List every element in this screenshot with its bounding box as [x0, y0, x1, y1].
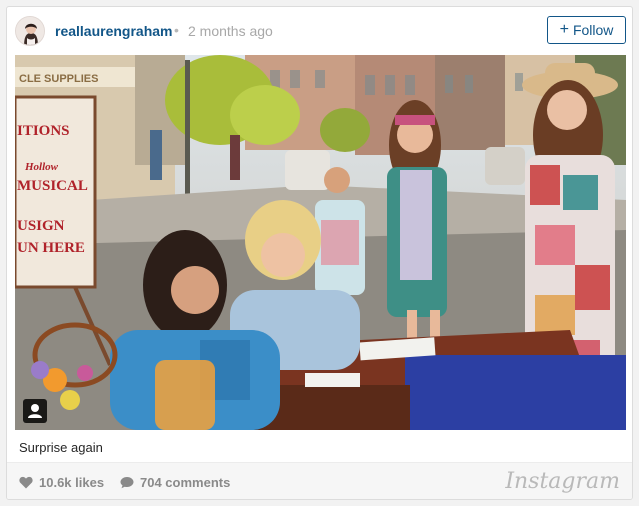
comment-icon [120, 477, 134, 489]
instagram-logo[interactable]: Instagram [505, 469, 620, 494]
sign-line-2: Hollow [24, 161, 59, 173]
separator-dot: • [174, 22, 179, 38]
avatar[interactable] [15, 16, 45, 46]
follow-button[interactable]: + Follow [547, 16, 626, 44]
shop-sign-text: CLE SUPPLIES [19, 73, 98, 85]
post-photo[interactable]: CLE SUPPLIES ITIONS Hollow MUSICAL USIGN… [15, 55, 626, 430]
plus-icon: + [559, 21, 569, 38]
username-link[interactable]: reallaurengraham [55, 23, 173, 39]
heart-icon [19, 476, 33, 489]
post-timestamp[interactable]: 2 months ago [188, 23, 273, 39]
post-footer: 10.6k likes 704 comments Instagram [7, 462, 632, 499]
sign-line-1: ITIONS [17, 123, 70, 139]
sign-line-5: UN HERE [17, 240, 85, 256]
post-header: reallaurengraham • 2 months ago + Follow [7, 7, 632, 55]
user-tag-icon [28, 404, 42, 418]
post-caption: Surprise again [19, 440, 103, 455]
likes-link[interactable]: 10.6k likes [19, 475, 104, 490]
avatar-image [16, 17, 44, 45]
likes-count: 10.6k likes [39, 475, 105, 490]
comments-link[interactable]: 704 comments [120, 475, 230, 490]
instagram-embed-card: reallaurengraham • 2 months ago + Follow… [6, 6, 633, 500]
user-tag-button[interactable] [23, 399, 47, 423]
comments-count: 704 comments [140, 475, 231, 490]
follow-label: Follow [572, 22, 614, 38]
sign-line-3: MUSICAL [17, 178, 88, 194]
sign-line-4: USIGN [17, 218, 65, 234]
photo-scene: CLE SUPPLIES ITIONS Hollow MUSICAL USIGN… [15, 55, 626, 430]
